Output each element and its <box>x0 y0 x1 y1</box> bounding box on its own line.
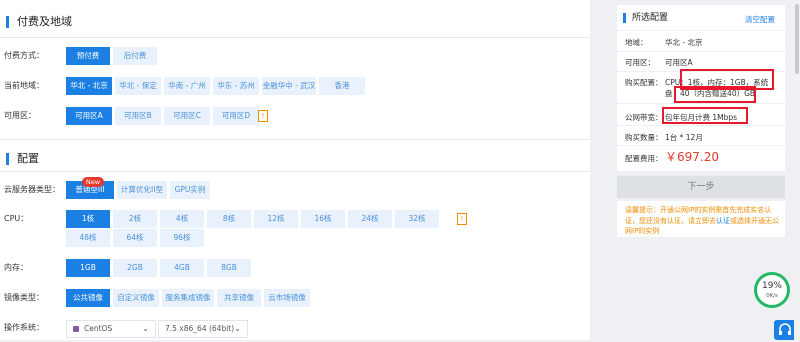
info-icon[interactable]: ! <box>457 213 467 225</box>
summary-zone-value: 可用区A <box>665 58 693 67</box>
billing-section-title: 付费及地域 <box>6 16 72 28</box>
headset-icon-svg <box>779 323 791 335</box>
region-label: 当前地域： <box>4 81 44 90</box>
cpu-option-12[interactable]: 12核 <box>254 210 298 228</box>
memory-option-8gb[interactable]: 8GB <box>207 259 251 277</box>
gauge-percent: 19% <box>761 281 782 291</box>
region-option-suzhou[interactable]: 华东 - 苏州 <box>213 77 259 95</box>
image-option-marketplace[interactable]: 云市场镜像 <box>264 289 310 307</box>
divider <box>617 125 785 126</box>
region-option-beijing[interactable]: 华北 - 北京 <box>66 77 112 95</box>
cpu-option-96[interactable]: 96核 <box>160 229 204 247</box>
divider <box>617 145 785 146</box>
pay-type-label: 付费方式： <box>4 51 44 60</box>
centos-logo-icon <box>73 326 79 332</box>
chevron-down-icon: ⌄ <box>234 324 241 333</box>
image-option-service[interactable]: 服务集成镜像 <box>162 289 214 307</box>
highlight-box <box>674 86 756 103</box>
verify-link[interactable]: 认证 <box>716 217 730 225</box>
scrollbar-thumb[interactable] <box>795 4 799 74</box>
cpu-option-1[interactable]: 1核 <box>66 210 110 228</box>
summary-region-value: 华北 - 北京 <box>665 38 703 47</box>
divider <box>0 139 590 140</box>
os-label: 操作系统： <box>4 323 44 332</box>
summary-bandwidth-label: 公网带宽： <box>625 113 663 122</box>
gauge-speed: 0K/s <box>766 293 778 299</box>
pay-option-postpaid[interactable]: 后付费 <box>113 47 157 65</box>
os-version-value: 7.5 x86_64 (64bit) <box>165 324 235 333</box>
memory-option-1gb[interactable]: 1GB <box>66 259 110 277</box>
zone-option-d[interactable]: 可用区D <box>213 107 259 125</box>
summary-region-label: 地域： <box>625 38 648 47</box>
summary-spec-label: 购买配置： <box>625 78 663 87</box>
zone-option-b[interactable]: 可用区B <box>115 107 161 125</box>
divider <box>617 51 785 52</box>
region-option-guangzhou[interactable]: 华南 - 广州 <box>164 77 210 95</box>
zone-option-c[interactable]: 可用区C <box>164 107 210 125</box>
memory-option-2gb[interactable]: 2GB <box>113 259 157 277</box>
image-option-custom[interactable]: 自定义镜像 <box>113 289 159 307</box>
cpu-option-4[interactable]: 4核 <box>160 210 204 228</box>
os-select-value: CentOS <box>84 324 113 333</box>
cpu-option-8[interactable]: 8核 <box>207 210 251 228</box>
new-badge: New <box>82 177 104 187</box>
cpu-option-32[interactable]: 32核 <box>395 210 439 228</box>
divider <box>0 37 590 38</box>
divider <box>0 171 590 172</box>
info-icon[interactable]: ! <box>258 110 268 122</box>
summary-fee-value: ￥697.20 <box>665 150 719 164</box>
config-form: 付费及地域 付费方式： 预付费 后付费 当前地域： 华北 - 北京 华北 - 保… <box>0 0 590 340</box>
image-type-label: 镜像类型： <box>4 293 44 302</box>
panel-title: 所选配置 <box>623 13 668 23</box>
os-version-select[interactable]: 7.5 x86_64 (64bit) ⌄ <box>158 320 248 338</box>
region-option-baoding[interactable]: 华北 - 保定 <box>115 77 161 95</box>
cpu-option-48[interactable]: 48核 <box>66 229 110 247</box>
config-section-title: 配置 <box>6 153 39 165</box>
region-option-wuhan[interactable]: 金融华中 - 武汉 <box>262 77 316 95</box>
summary-fee-label: 配置费用： <box>625 154 663 163</box>
type-option-gpu[interactable]: GPU实例 <box>170 181 210 199</box>
summary-zone-label: 可用区： <box>625 58 655 67</box>
cpu-option-2[interactable]: 2核 <box>113 210 157 228</box>
cpu-label: CPU： <box>4 214 29 223</box>
image-option-shared[interactable]: 共享镜像 <box>217 289 261 307</box>
zone-label: 可用区： <box>4 111 36 120</box>
pay-option-prepaid[interactable]: 预付费 <box>66 47 110 65</box>
cpu-option-24[interactable]: 24核 <box>348 210 392 228</box>
region-option-hongkong[interactable]: 香港 <box>319 77 365 95</box>
cpu-option-16[interactable]: 16核 <box>301 210 345 228</box>
summary-count-label: 购买数量： <box>625 133 663 142</box>
divider <box>617 30 785 31</box>
realname-tip: 温馨提示：开通公网IP的实例需首先完成实名认证，您还没有认证，请立即去认证或选择… <box>617 201 785 237</box>
headset-icon[interactable] <box>774 320 796 340</box>
image-option-public[interactable]: 公共镜像 <box>66 289 110 307</box>
summary-count-value: 1台 * 12月 <box>665 133 703 142</box>
zone-option-a[interactable]: 可用区A <box>66 107 112 125</box>
network-speed-gauge[interactable]: 19% 0K/s <box>754 272 790 308</box>
instance-type-label: 云服务器类型： <box>4 185 60 194</box>
cpu-option-64[interactable]: 64核 <box>113 229 157 247</box>
highlight-box <box>662 107 748 124</box>
divider <box>617 103 785 104</box>
memory-label: 内存： <box>4 263 28 272</box>
selected-config-panel: 所选配置 清空配置 地域： 华北 - 北京 可用区： 可用区A 购买配置： CP… <box>617 5 785 171</box>
chevron-down-icon: ⌄ <box>142 324 149 333</box>
clear-config-link[interactable]: 清空配置 <box>745 14 775 25</box>
type-option-compute-ii[interactable]: 计算优化II型 <box>117 181 167 199</box>
next-step-button[interactable]: 下一步 <box>617 176 785 198</box>
memory-option-4gb[interactable]: 4GB <box>160 259 204 277</box>
os-select[interactable]: CentOS ⌄ <box>66 320 156 338</box>
